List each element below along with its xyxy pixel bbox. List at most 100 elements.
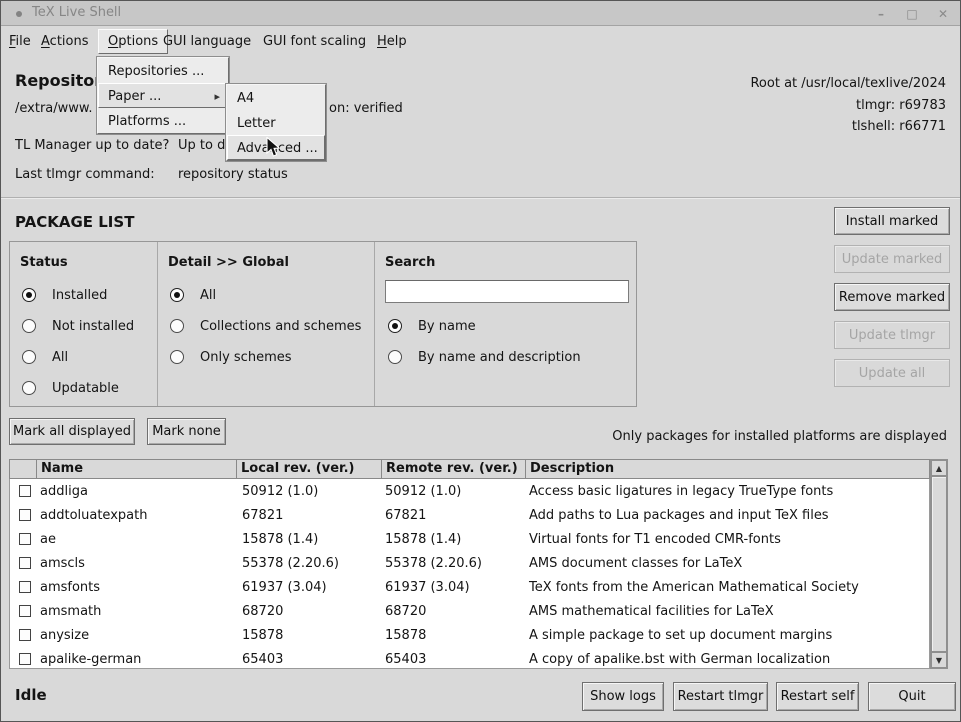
radio-button-icon bbox=[22, 319, 36, 333]
package-description: TeX fonts from the American Mathematical… bbox=[526, 580, 929, 595]
package-name: apalike-german bbox=[37, 652, 237, 667]
package-name: amscls bbox=[37, 556, 237, 571]
radio-button-icon bbox=[388, 319, 402, 333]
package-name: amsmath bbox=[37, 604, 237, 619]
restart-self-button[interactable]: Restart self bbox=[776, 682, 859, 711]
menubar-item-gui-font-scaling[interactable]: GUI font scaling bbox=[263, 34, 366, 49]
remote-revision: 15878 (1.4) bbox=[382, 532, 526, 547]
package-name: amsfonts bbox=[37, 580, 237, 595]
repository-path: /extra/www. bbox=[15, 101, 92, 116]
update-all-button: Update all bbox=[834, 359, 950, 387]
package-checkbox[interactable] bbox=[19, 509, 31, 521]
remote-revision: 55378 (2.20.6) bbox=[382, 556, 526, 571]
radio-button-icon bbox=[170, 319, 184, 333]
column-header-name: Name bbox=[37, 460, 237, 478]
local-revision: 15878 (1.4) bbox=[237, 532, 382, 547]
last-tlmgr-command-label: Last tlmgr command: bbox=[15, 167, 155, 182]
close-icon[interactable]: ✕ bbox=[936, 7, 950, 21]
package-checkbox[interactable] bbox=[19, 653, 31, 665]
package-name: addliga bbox=[37, 484, 237, 499]
options-menu-item-paper[interactable]: Paper ...▸ bbox=[98, 83, 228, 108]
maximize-icon[interactable]: □ bbox=[905, 7, 919, 21]
remove-marked-button[interactable]: Remove marked bbox=[834, 283, 950, 311]
app-icon bbox=[16, 11, 22, 17]
table-row[interactable]: amscls55378 (2.20.6)55378 (2.20.6)AMS do… bbox=[10, 551, 929, 575]
column-header-local-rev-ver: Local rev. (ver.) bbox=[237, 460, 382, 478]
package-description: Add paths to Lua packages and input TeX … bbox=[526, 508, 929, 523]
status-group-label: Status bbox=[20, 255, 68, 270]
package-checkbox[interactable] bbox=[19, 485, 31, 497]
package-name: ae bbox=[37, 532, 237, 547]
radio-collections-and-schemes[interactable]: Collections and schemes bbox=[170, 318, 361, 334]
options-menu-item-platforms[interactable]: Platforms ... bbox=[98, 108, 228, 133]
table-row[interactable]: anysize1587815878A simple package to set… bbox=[10, 623, 929, 647]
radio-button-icon bbox=[388, 350, 402, 364]
mark-buttons: Mark all displayed Mark none bbox=[9, 418, 226, 445]
menubar-item-options[interactable]: Options bbox=[98, 29, 168, 54]
section-separator bbox=[1, 197, 960, 199]
window-title: TeX Live Shell bbox=[32, 5, 121, 20]
mark-none-button[interactable]: Mark none bbox=[147, 418, 226, 445]
radio-button-icon bbox=[170, 350, 184, 364]
filter-panel: Status Detail >> Global Search Installed… bbox=[9, 241, 637, 407]
scrollbar-thumb[interactable] bbox=[931, 476, 947, 652]
menubar-item-file[interactable]: File bbox=[9, 34, 31, 49]
menubar-item-gui-language[interactable]: GUI language bbox=[163, 34, 251, 49]
table-row[interactable]: amsmath6872068720AMS mathematical facili… bbox=[10, 599, 929, 623]
mouse-cursor-icon bbox=[266, 137, 284, 163]
local-revision: 65403 bbox=[237, 652, 382, 667]
panel-divider bbox=[157, 242, 158, 406]
table-row[interactable]: addtoluatexpath6782167821Add paths to Lu… bbox=[10, 503, 929, 527]
minimize-icon[interactable]: – bbox=[874, 7, 888, 21]
table-row[interactable]: apalike-german6540365403A copy of apalik… bbox=[10, 647, 929, 669]
column-header-remote-rev-ver: Remote rev. (ver.) bbox=[382, 460, 526, 478]
column-header-description: Description bbox=[526, 460, 931, 478]
radio-not-installed[interactable]: Not installed bbox=[22, 318, 134, 334]
package-checkbox[interactable] bbox=[19, 533, 31, 545]
scroll-up-icon[interactable]: ▲ bbox=[931, 460, 947, 476]
detail-group-label: Detail >> Global bbox=[168, 255, 289, 270]
local-revision: 67821 bbox=[237, 508, 382, 523]
menubar-item-actions[interactable]: Actions bbox=[41, 34, 89, 49]
vertical-scrollbar[interactable]: ▲ ▼ bbox=[930, 459, 948, 669]
restart-tlmgr-button[interactable]: Restart tlmgr bbox=[673, 682, 768, 711]
search-input[interactable] bbox=[385, 280, 629, 303]
radio-by-name[interactable]: By name bbox=[388, 318, 476, 334]
package-description: AMS mathematical facilities for LaTeX bbox=[526, 604, 929, 619]
local-revision: 55378 (2.20.6) bbox=[237, 556, 382, 571]
tex-live-shell-window: TeX Live Shell – □ ✕ FileActionsOptionsG… bbox=[0, 0, 961, 722]
package-checkbox[interactable] bbox=[19, 605, 31, 617]
package-checkbox[interactable] bbox=[19, 557, 31, 569]
table-row[interactable]: ae15878 (1.4)15878 (1.4)Virtual fonts fo… bbox=[10, 527, 929, 551]
package-checkbox[interactable] bbox=[19, 581, 31, 593]
radio-all[interactable]: All bbox=[170, 287, 216, 303]
package-description: Access basic ligatures in legacy TrueTyp… bbox=[526, 484, 929, 499]
radio-updatable[interactable]: Updatable bbox=[22, 380, 119, 396]
radio-all[interactable]: All bbox=[22, 349, 68, 365]
paper-submenu-item-letter[interactable]: Letter bbox=[227, 110, 325, 135]
show-logs-button[interactable]: Show logs bbox=[582, 682, 664, 711]
mark-all-displayed-button[interactable]: Mark all displayed bbox=[9, 418, 135, 445]
package-description: Virtual fonts for T1 encoded CMR-fonts bbox=[526, 532, 929, 547]
remote-revision: 65403 bbox=[382, 652, 526, 667]
radio-by-name-and-description[interactable]: By name and description bbox=[388, 349, 581, 365]
panel-divider bbox=[374, 242, 375, 406]
radio-only-schemes[interactable]: Only schemes bbox=[170, 349, 292, 365]
paper-submenu-item-a4[interactable]: A4 bbox=[227, 85, 325, 110]
table-row[interactable]: amsfonts61937 (3.04)61937 (3.04)TeX font… bbox=[10, 575, 929, 599]
options-menu-item-repositories[interactable]: Repositories ... bbox=[98, 58, 228, 83]
package-checkbox[interactable] bbox=[19, 629, 31, 641]
remote-revision: 61937 (3.04) bbox=[382, 580, 526, 595]
menubar: File Actions OptionsGUI language GUI font s… bbox=[1, 27, 960, 57]
action-buttons: Install markedUpdate markedRemove marked… bbox=[834, 207, 950, 387]
radio-installed[interactable]: Installed bbox=[22, 287, 107, 303]
scroll-down-icon[interactable]: ▼ bbox=[931, 652, 947, 668]
table-row[interactable]: addliga50912 (1.0)50912 (1.0)Access basi… bbox=[10, 479, 929, 503]
install-marked-button[interactable]: Install marked bbox=[834, 207, 950, 235]
search-group-label: Search bbox=[385, 255, 435, 270]
remote-revision: 68720 bbox=[382, 604, 526, 619]
package-description: A simple package to set up document marg… bbox=[526, 628, 929, 643]
menubar-item-help[interactable]: Help bbox=[377, 34, 407, 49]
quit-button[interactable]: Quit bbox=[868, 682, 956, 711]
table-body: addliga50912 (1.0)50912 (1.0)Access basi… bbox=[9, 479, 930, 669]
